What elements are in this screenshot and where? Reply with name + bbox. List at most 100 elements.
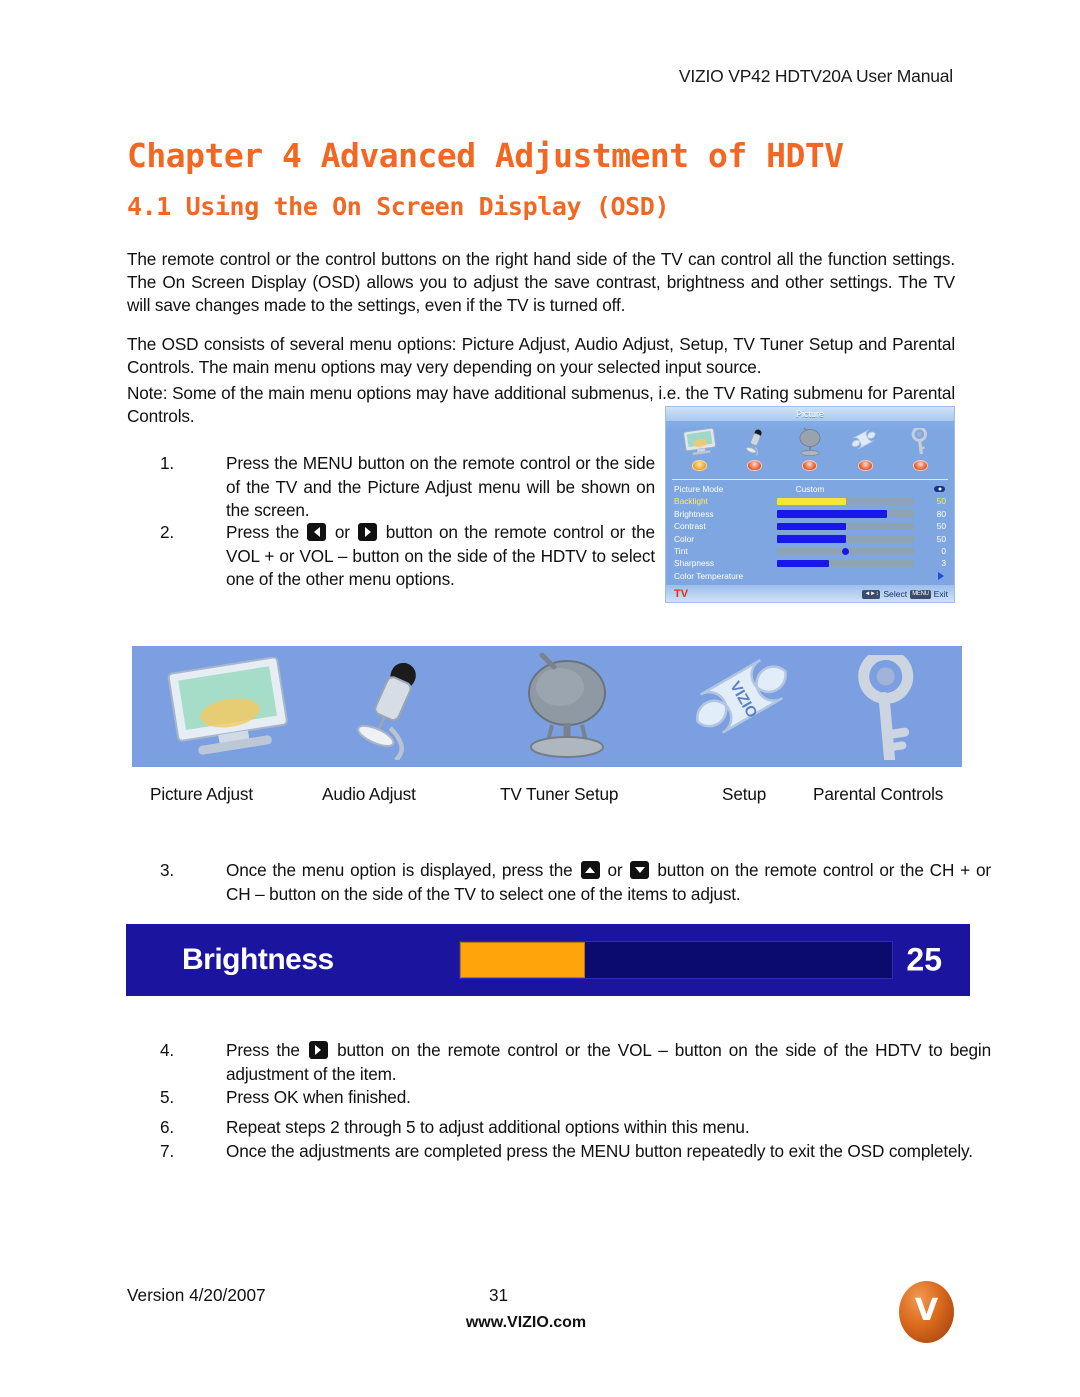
banner-icon-setup: VIZIO (672, 652, 822, 762)
osd-row-value: 80 (936, 508, 946, 519)
osd-row-label: Color (674, 533, 695, 544)
osd-row-value: 50 (936, 533, 946, 544)
step-4-text: Press the button on the remote control o… (226, 1039, 991, 1086)
step-2-text: Press the or button on the remote contro… (226, 521, 655, 592)
brightness-slider-fill (460, 942, 586, 978)
osd-slider-fill (777, 522, 846, 531)
osd-row-brightness[interactable]: Brightness 80 (672, 508, 948, 520)
osd-row-picture-mode[interactable]: Picture Mode Custom (672, 483, 948, 495)
osd-row-value: 3 (941, 558, 946, 569)
osd-row-label: Backlight (674, 496, 708, 507)
osd-slider-fill (777, 510, 887, 518)
osd-row-label: Color Temperature (674, 570, 744, 581)
step-6: 6. Repeat steps 2 through 5 to adjust ad… (160, 1116, 1000, 1140)
step-6-number: 6. (160, 1117, 175, 1137)
osd-slider-fill (777, 559, 830, 568)
down-arrow-button-icon (630, 861, 650, 879)
osd-icon-row (672, 425, 948, 477)
banner-icon-parental-controls (822, 652, 952, 762)
microphone-icon (357, 662, 416, 760)
tv-screen-icon (167, 657, 288, 755)
step-3-text: Once the menu option is displayed, press… (226, 859, 991, 906)
osd-slider-fill (777, 497, 846, 506)
osd-row-label: Tint (674, 545, 688, 556)
osd-icon-parental-controls (896, 425, 944, 471)
step-1: 1. Press the MENU button on the remote c… (160, 452, 660, 523)
step-5-number: 5. (160, 1087, 175, 1107)
osd-slider-track[interactable] (777, 535, 914, 543)
osd-icon-tv-tuner-setup (786, 425, 834, 471)
intro-paragraph: The remote control or the control button… (127, 249, 955, 315)
footer-page-number: 31 (489, 1285, 509, 1305)
osd-row-value: 0 (941, 545, 946, 556)
osd-row-value: Custom (795, 484, 825, 494)
osd-row-backlight[interactable]: Backlight 50 (672, 495, 948, 507)
up-arrow-button-icon (580, 861, 600, 879)
osd-row-value: 50 (936, 496, 946, 507)
step-2-text-a: Press the (226, 522, 300, 542)
brightness-slider-track[interactable] (459, 941, 893, 979)
step-7-text: Once the adjustments are completed press… (226, 1141, 973, 1161)
step-4-number: 4. (160, 1040, 175, 1060)
osd-slider-track[interactable] (777, 510, 914, 518)
osd-slider-knob[interactable] (842, 547, 849, 555)
osd-slider-track[interactable] (777, 559, 914, 568)
osd-picture-menu-screenshot: Picture Picture Mode Custom Backlight 50… (665, 406, 955, 603)
banner-icon-tv-tuner-setup (482, 652, 652, 762)
osd-badge (857, 460, 873, 471)
osd-hint-bar: ◄►↕ Select MENU Exit (862, 589, 948, 599)
wrench-icon: VIZIO (695, 658, 787, 734)
osd-icon-audio-adjust (731, 425, 779, 471)
menu-label-tv-tuner-setup: TV Tuner Setup (500, 784, 619, 804)
right-arrow-button-icon (358, 523, 378, 541)
microphone-icon (740, 425, 770, 459)
step-3-text-a: Once the menu option is displayed, press… (226, 860, 573, 880)
osd-badge-selected (692, 460, 708, 471)
osd-row-tint[interactable]: Tint 0 (672, 545, 948, 557)
osd-row-label: Brightness (674, 508, 714, 519)
step-5: 5. Press OK when finished. (160, 1086, 1000, 1110)
step-2-text-b: or (334, 522, 350, 542)
menu-icons-banner: VIZIO (132, 646, 962, 767)
vizio-logo-letter: V (914, 1292, 939, 1328)
step-4: 4. Press the button on the remote contro… (160, 1039, 1000, 1086)
navigation-keys-icon: ◄►↕ (862, 589, 881, 599)
chevron-right-icon (938, 572, 944, 581)
osd-row-contrast[interactable]: Contrast 50 (672, 520, 948, 532)
osd-icon-picture-adjust (676, 425, 724, 471)
step-6-text: Repeat steps 2 through 5 to adjust addit… (226, 1117, 750, 1137)
brightness-value: 25 (906, 941, 942, 978)
osd-menus-paragraph: The OSD consists of several menu options… (127, 334, 955, 377)
osd-slider-fill (777, 535, 846, 543)
osd-row-color-temperature[interactable]: Color Temperature (672, 570, 948, 582)
osd-slider-track[interactable] (777, 547, 914, 555)
satellite-dish-icon (794, 425, 826, 459)
key-icon (905, 425, 935, 459)
osd-row-sharpness[interactable]: Sharpness 3 (672, 557, 948, 569)
menu-label-parental-controls: Parental Controls (813, 784, 944, 804)
menu-labels-row: Picture Adjust Audio Adjust TV Tuner Set… (132, 784, 962, 808)
step-3-text-b: or (607, 860, 623, 880)
banner-icon-audio-adjust (317, 652, 467, 762)
right-arrow-button-icon (308, 1041, 328, 1059)
step-2-number: 2. (160, 522, 175, 542)
banner-icon-picture-adjust (144, 652, 314, 762)
osd-slider-track[interactable] (777, 497, 914, 506)
osd-icon-setup (841, 425, 889, 471)
osd-row-label: Contrast (674, 521, 706, 532)
osd-row-color[interactable]: Color 50 (672, 533, 948, 545)
osd-divider (672, 479, 948, 480)
step-5-text: Press OK when finished. (226, 1087, 411, 1107)
running-header: VIZIO VP42 HDTV20A User Manual (678, 66, 953, 86)
osd-badge (747, 460, 763, 471)
menu-label-setup: Setup (722, 784, 767, 804)
brightness-label: Brightness (182, 943, 334, 976)
osd-slider-track[interactable] (777, 522, 914, 531)
key-icon (858, 654, 914, 760)
step-1-number: 1. (160, 453, 175, 473)
step-3-number: 3. (160, 860, 175, 880)
osd-row-value: 50 (936, 521, 946, 532)
menu-key-icon: MENU (910, 589, 931, 599)
left-right-adjust-icon (934, 486, 945, 492)
osd-settings-list: Picture Mode Custom Backlight 50 Brightn… (672, 483, 948, 595)
